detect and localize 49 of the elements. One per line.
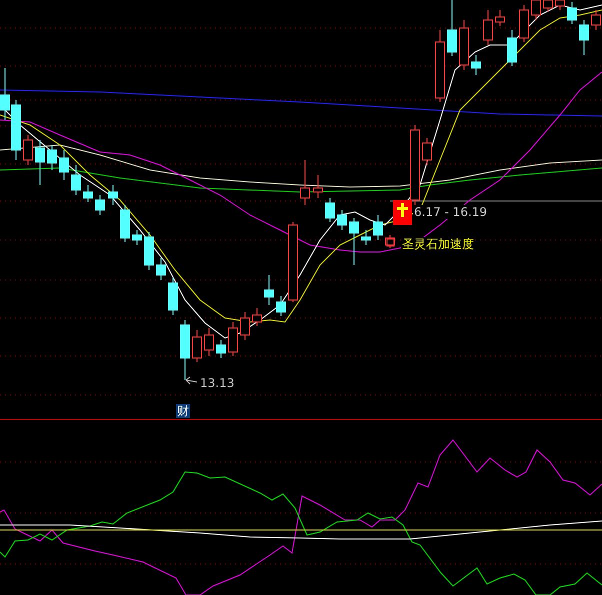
candlestick	[385, 234, 395, 248]
candlestick	[264, 274, 274, 306]
candlestick	[204, 328, 214, 356]
candlestick	[313, 174, 323, 198]
candlestick	[83, 184, 93, 202]
candlestick	[361, 230, 371, 246]
candlestick	[47, 144, 57, 170]
candlestick	[349, 218, 359, 266]
candlestick	[180, 320, 190, 380]
candlestick	[471, 54, 481, 76]
candlestick	[95, 194, 105, 216]
low-price-label: 13.13	[199, 376, 236, 390]
finance-marker[interactable]: 财	[176, 404, 190, 418]
candlestick	[132, 230, 142, 246]
candlestick	[276, 296, 286, 316]
highlighted-candle-icon	[393, 200, 412, 225]
candlestick	[11, 100, 21, 160]
candlestick	[373, 214, 383, 240]
candlestick	[519, 4, 529, 42]
candlestick	[228, 322, 238, 356]
candlestick	[300, 160, 310, 206]
candlestick	[567, 2, 577, 24]
candlestick	[216, 340, 226, 358]
square-marker-icon	[386, 238, 394, 246]
candlestick	[422, 138, 432, 166]
candlestick	[325, 198, 335, 222]
candlestick	[483, 10, 493, 46]
candlestick	[337, 210, 347, 230]
candlestick	[252, 308, 262, 326]
candlestick	[192, 330, 202, 362]
candlestick	[459, 20, 469, 70]
indicator-name-label: 圣灵石加速度	[401, 237, 475, 251]
candlestick	[156, 258, 166, 280]
candlestick	[579, 20, 589, 56]
candlestick	[447, 0, 457, 56]
candlestick	[240, 312, 250, 340]
candlestick	[71, 164, 81, 196]
candlestick	[59, 150, 69, 180]
candlestick	[35, 140, 45, 186]
candlestick	[120, 204, 130, 242]
arrow-icon	[186, 376, 198, 384]
candlestick	[507, 30, 517, 66]
candlestick	[495, 10, 505, 26]
candlestick	[23, 134, 33, 166]
price-range-label: 6.17 - 16.19	[413, 205, 488, 219]
candlestick	[168, 278, 178, 316]
candlestick	[0, 68, 10, 120]
candlestick	[108, 184, 118, 206]
candlestick	[144, 232, 154, 270]
